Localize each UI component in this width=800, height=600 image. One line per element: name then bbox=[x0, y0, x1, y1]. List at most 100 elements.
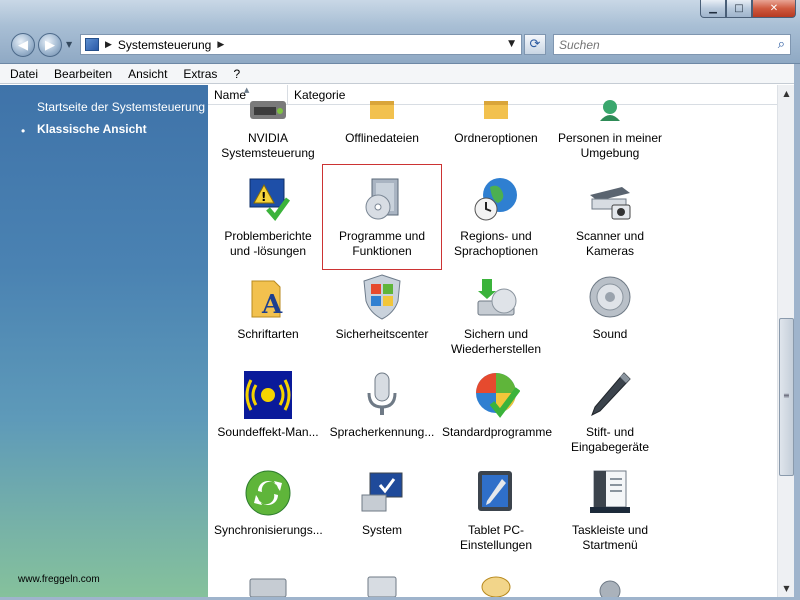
item-label: Soundeffekt-Man... bbox=[217, 425, 319, 439]
window-frame-right bbox=[794, 64, 800, 600]
item-label: Synchronisierungs... bbox=[214, 523, 323, 537]
cp-item-scanner-camera[interactable]: Scanner und Kameras bbox=[556, 175, 664, 259]
cp-item-sync-center[interactable]: Synchronisierungs... bbox=[214, 469, 323, 538]
cp-item-pen-input[interactable]: Stift- und Eingabegeräte bbox=[556, 371, 664, 455]
sound-effect-manager-icon bbox=[244, 371, 292, 419]
address-bar[interactable]: ▶ Systemsteuerung ▶ ▼ bbox=[80, 34, 522, 55]
backup-restore-icon bbox=[472, 273, 520, 321]
cp-item-speech-recognition[interactable]: Spracherkennung... bbox=[328, 371, 436, 440]
search-icon[interactable]: ⌕ bbox=[778, 37, 785, 52]
scroll-down-button[interactable]: ▼ bbox=[778, 580, 795, 597]
task-pane: Startseite der Systemsteuerung • Klassis… bbox=[0, 85, 208, 600]
window-chrome: ▁ □ ✕ ◀ ▶ ▼ ▶ Systemsteuerung ▶ ▼ ⟳ ⌕ bbox=[0, 0, 800, 64]
classic-view-link[interactable]: Klassische Ansicht bbox=[37, 122, 147, 136]
offline-files-icon bbox=[358, 97, 406, 125]
cp-item-regional-language[interactable]: Regions- und Sprachoptionen bbox=[442, 175, 550, 259]
content-area: Name ▲ Kategorie NVIDIA Systemsteuerung … bbox=[208, 85, 777, 597]
item-label: Spracherkennung... bbox=[329, 425, 435, 439]
phone-modem-icon bbox=[358, 573, 406, 597]
cp-item-offline-files[interactable]: Offlinedateien bbox=[328, 97, 436, 146]
cp-item-security-center[interactable]: Sicherheitscenter bbox=[328, 273, 436, 342]
svg-text:A: A bbox=[261, 290, 283, 320]
sound-icon bbox=[586, 273, 634, 321]
item-label: Sichern und Wiederherstellen bbox=[450, 327, 542, 356]
folder-options-icon bbox=[472, 97, 520, 125]
cp-item-default-programs[interactable]: Standardprogramme bbox=[442, 371, 552, 440]
fonts-icon: A bbox=[244, 273, 292, 321]
item-label: NVIDIA Systemsteuerung bbox=[221, 131, 315, 160]
control-panel-icon bbox=[85, 38, 99, 51]
keyboard-icon bbox=[244, 573, 292, 597]
cp-item-problem-reports[interactable]: ! Problemberichte und -lösungen bbox=[214, 175, 322, 259]
window-controls: ▁ □ ✕ bbox=[700, 0, 796, 18]
close-button[interactable]: ✕ bbox=[752, 0, 796, 18]
breadcrumb-separator[interactable]: ▶ bbox=[217, 40, 224, 50]
security-center-icon bbox=[358, 273, 406, 321]
menu-file[interactable]: Datei bbox=[10, 67, 38, 81]
item-label: Programme und Funktionen bbox=[338, 229, 426, 258]
nvidia-icon bbox=[244, 97, 292, 125]
cp-item-folder-options[interactable]: Ordneroptionen bbox=[442, 97, 550, 146]
scroll-thumb[interactable]: ≡ bbox=[779, 318, 794, 476]
cp-item-nvidia[interactable]: NVIDIA Systemsteuerung bbox=[214, 97, 322, 161]
welcome-center-icon bbox=[472, 573, 520, 597]
search-input[interactable] bbox=[559, 37, 759, 52]
cp-item-people-near-me[interactable]: Personen in meiner Umgebung bbox=[556, 97, 664, 161]
control-panel-home-link[interactable]: Startseite der Systemsteuerung bbox=[37, 100, 205, 114]
back-button[interactable]: ◀ bbox=[11, 33, 35, 57]
breadcrumb-separator[interactable]: ▶ bbox=[105, 40, 112, 50]
watermark-text: www.freggeln.com bbox=[18, 574, 100, 585]
pen-input-icon bbox=[586, 371, 634, 419]
menu-view[interactable]: Ansicht bbox=[128, 67, 167, 81]
tablet-pc-icon bbox=[472, 469, 520, 517]
active-view-bullet: • bbox=[21, 124, 26, 138]
item-label: Schriftarten bbox=[237, 327, 299, 341]
cp-item-taskbar-startmenu[interactable]: Taskleiste und Startmenü bbox=[556, 469, 664, 553]
item-label: Sound bbox=[592, 327, 628, 341]
cp-item-programs-features[interactable]: Programme und Funktionen bbox=[322, 164, 442, 270]
regional-language-icon bbox=[472, 175, 520, 223]
item-label: Stift- und Eingabegeräte bbox=[570, 425, 650, 454]
menu-help[interactable]: ? bbox=[233, 67, 240, 81]
cp-item-fonts[interactable]: A Schriftarten bbox=[214, 273, 322, 342]
menu-edit[interactable]: Bearbeiten bbox=[54, 67, 112, 81]
svg-text:!: ! bbox=[261, 190, 266, 204]
address-dropdown[interactable]: ▼ bbox=[508, 39, 515, 49]
programs-features-icon bbox=[358, 175, 406, 223]
sync-center-icon bbox=[244, 469, 292, 517]
cp-item-backup-restore[interactable]: Sichern und Wiederherstellen bbox=[442, 273, 550, 357]
cp-item-tablet-pc[interactable]: Tablet PC-Einstellungen bbox=[442, 469, 550, 553]
item-label: Sicherheitscenter bbox=[335, 327, 429, 341]
scroll-grip-icon: ≡ bbox=[783, 391, 790, 400]
cp-item-gear-partial[interactable] bbox=[556, 573, 664, 597]
item-label: System bbox=[361, 523, 402, 537]
system-icon bbox=[358, 469, 406, 517]
menu-bar: Datei Bearbeiten Ansicht Extras ? bbox=[0, 64, 800, 84]
minimize-button[interactable]: ▁ bbox=[700, 0, 726, 18]
cp-item-keyboard-partial[interactable] bbox=[214, 573, 322, 597]
recent-pages-dropdown[interactable]: ▼ bbox=[66, 40, 72, 49]
item-label: Offlinedateien bbox=[345, 131, 419, 145]
menu-tools[interactable]: Extras bbox=[183, 67, 217, 81]
taskbar-startmenu-icon bbox=[586, 469, 634, 517]
speech-recognition-icon bbox=[358, 371, 406, 419]
cp-item-system[interactable]: System bbox=[328, 469, 436, 538]
scroll-up-button[interactable]: ▲ bbox=[778, 85, 795, 102]
default-programs-icon bbox=[472, 371, 521, 419]
breadcrumb-control-panel[interactable]: Systemsteuerung bbox=[118, 38, 211, 52]
problem-reports-icon: ! bbox=[244, 175, 292, 223]
item-label: Regions- und Sprachoptionen bbox=[453, 229, 539, 258]
cp-item-sound[interactable]: Sound bbox=[556, 273, 664, 342]
vertical-scrollbar[interactable]: ▲ ≡ ▼ bbox=[777, 85, 794, 597]
cp-item-sound-effect-manager[interactable]: Soundeffekt-Man... bbox=[214, 371, 322, 440]
maximize-button[interactable]: □ bbox=[726, 0, 752, 18]
refresh-button[interactable]: ⟳ bbox=[524, 34, 546, 55]
gear-icon bbox=[586, 573, 634, 597]
item-label: Scanner und Kameras bbox=[575, 229, 645, 258]
search-box[interactable]: ⌕ bbox=[553, 34, 791, 55]
cp-item-welcome-partial[interactable] bbox=[442, 573, 550, 597]
forward-button[interactable]: ▶ bbox=[38, 33, 62, 57]
people-near-me-icon bbox=[586, 97, 634, 125]
item-label: Problemberichte und -lösungen bbox=[224, 229, 312, 258]
cp-item-phone-partial[interactable] bbox=[328, 573, 436, 597]
